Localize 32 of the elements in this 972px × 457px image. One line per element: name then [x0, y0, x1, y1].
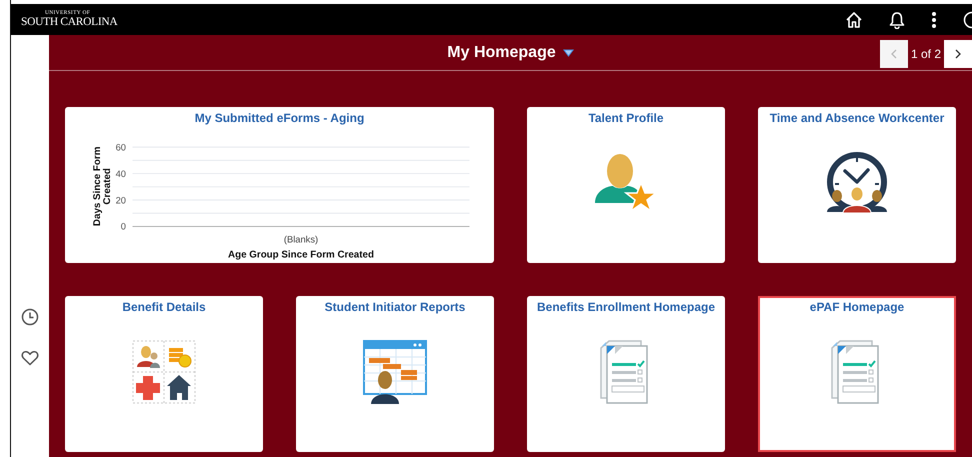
homepage-tile[interactable]: Benefits Enrollment Homepage	[527, 296, 725, 452]
dropdown-caret-icon[interactable]	[562, 48, 574, 56]
y-tick-label: 0	[120, 222, 126, 232]
chevron-right-icon	[955, 49, 961, 59]
tile-title: ePAF Homepage	[810, 300, 904, 314]
y-axis-title: Days Since Form Created	[91, 146, 113, 226]
home-icon[interactable]	[845, 10, 863, 28]
benefits-grid-icon	[132, 340, 196, 404]
tile-title: Benefit Details	[122, 300, 206, 314]
homepage-tile[interactable]: Time and Absence Workcenter	[758, 107, 956, 263]
tile-title: My Submitted eForms - Aging	[194, 111, 364, 125]
tile-title: Talent Profile	[588, 111, 664, 125]
clock-icon[interactable]	[21, 308, 39, 326]
homepage-tile[interactable]: ePAF Homepage	[758, 296, 956, 452]
y-tick-label: 40	[115, 168, 126, 179]
y-tick-label: 60	[115, 142, 126, 152]
tile-title: Benefits Enrollment Homepage	[536, 300, 716, 314]
homepage-tile[interactable]: Benefit Details	[65, 296, 263, 452]
tile-title: Time and Absence Workcenter	[770, 111, 944, 125]
page-count: 1 of 2	[910, 47, 941, 61]
homepage-tile[interactable]: Talent Profile	[527, 107, 725, 263]
chevron-left-icon	[890, 49, 897, 59]
x-category-label: (Blanks)	[283, 234, 318, 244]
more-options-icon[interactable]	[931, 10, 937, 28]
heart-icon[interactable]	[21, 350, 39, 366]
x-axis-title: Age Group Since Form Created	[228, 249, 374, 260]
schedule-report-icon	[363, 340, 427, 404]
page-title: My Homepage	[447, 44, 556, 62]
notification-bell-icon[interactable]	[889, 10, 905, 28]
tile-title: Student Initiator Reports	[324, 300, 466, 314]
y-tick-label: 20	[115, 195, 126, 206]
homepage-tile[interactable]: Student Initiator Reports	[296, 296, 494, 452]
